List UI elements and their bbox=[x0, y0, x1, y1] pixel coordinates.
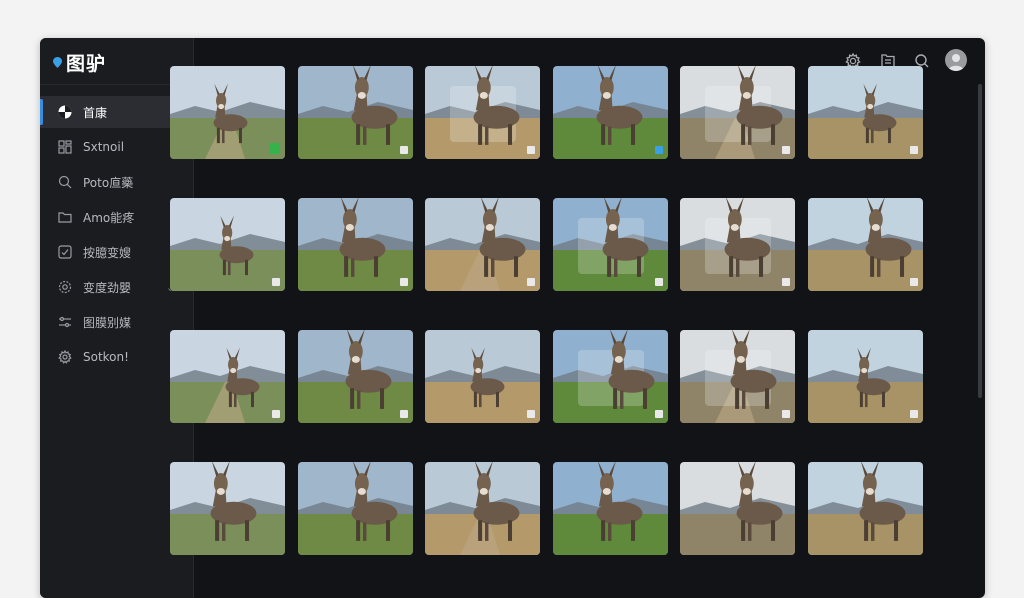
donkey-photo bbox=[680, 330, 795, 423]
image-thumbnail[interactable] bbox=[170, 66, 285, 159]
grid-icon bbox=[58, 140, 72, 154]
select-checkbox[interactable] bbox=[782, 146, 790, 154]
image-thumbnail[interactable] bbox=[297, 330, 413, 423]
select-checkbox[interactable] bbox=[909, 278, 918, 286]
donkey-photo bbox=[425, 198, 540, 291]
sidebar-item-6[interactable]: 变度劲嬰 ⌄ bbox=[40, 271, 183, 303]
sidebar-item-5[interactable]: 按臆变嫂 bbox=[40, 236, 183, 268]
scrollbar[interactable] bbox=[978, 84, 982, 398]
donkey-photo bbox=[297, 330, 413, 423]
select-checkbox[interactable] bbox=[909, 146, 918, 154]
sidebar-item-label: Sxtnoil bbox=[83, 140, 125, 154]
sidebar-item-label: 变度劲嬰 bbox=[83, 280, 132, 295]
select-checkbox[interactable] bbox=[527, 410, 535, 418]
donkey-photo bbox=[297, 198, 413, 291]
sidebar-item-4[interactable]: Amo能疼 › bbox=[40, 201, 183, 233]
donkey-photo bbox=[680, 66, 795, 159]
image-thumbnail[interactable] bbox=[297, 66, 413, 159]
image-thumbnail[interactable] bbox=[425, 462, 540, 555]
donkey-photo bbox=[552, 330, 668, 423]
donkey-photo bbox=[297, 66, 413, 159]
image-thumbnail[interactable] bbox=[297, 198, 413, 291]
image-thumbnail[interactable] bbox=[807, 462, 923, 555]
settings-icon bbox=[58, 350, 72, 364]
sidebar-item-label: 首康 bbox=[83, 105, 108, 120]
donkey-photo bbox=[425, 66, 540, 159]
donkey-photo bbox=[552, 198, 668, 291]
image-thumbnail[interactable] bbox=[552, 66, 668, 159]
select-checkbox[interactable] bbox=[654, 146, 663, 154]
app-title: 图驴 bbox=[66, 53, 107, 75]
image-thumbnail[interactable] bbox=[807, 330, 923, 423]
image-thumbnail[interactable] bbox=[297, 462, 413, 555]
app-logo[interactable]: 图驴 bbox=[53, 49, 106, 76]
image-thumbnail[interactable] bbox=[170, 330, 285, 423]
select-checkbox[interactable] bbox=[782, 410, 790, 418]
image-thumbnail[interactable] bbox=[170, 198, 285, 291]
user-avatar-icon bbox=[948, 54, 964, 71]
select-checkbox[interactable] bbox=[909, 410, 918, 418]
sliders-icon bbox=[59, 316, 71, 328]
image-thumbnail[interactable] bbox=[552, 198, 668, 291]
folder-icon bbox=[58, 212, 72, 223]
gallery bbox=[170, 66, 923, 555]
image-thumbnail[interactable] bbox=[680, 330, 795, 423]
image-thumbnail[interactable] bbox=[552, 330, 668, 423]
checkbox-icon bbox=[58, 245, 72, 259]
image-grid bbox=[170, 66, 923, 555]
image-thumbnail[interactable] bbox=[552, 462, 668, 555]
image-thumbnail[interactable] bbox=[807, 66, 923, 159]
donkey-photo bbox=[425, 462, 540, 555]
sidebar-item-label: Sotkon! bbox=[83, 350, 129, 364]
donkey-photo bbox=[680, 198, 795, 291]
image-thumbnail[interactable] bbox=[807, 198, 923, 291]
donkey-photo bbox=[552, 462, 668, 555]
select-checkbox[interactable] bbox=[399, 146, 408, 154]
select-checkbox[interactable] bbox=[654, 278, 663, 286]
avatar[interactable] bbox=[945, 49, 967, 71]
select-checkbox[interactable] bbox=[399, 278, 408, 286]
image-thumbnail[interactable] bbox=[425, 198, 540, 291]
image-thumbnail[interactable] bbox=[680, 462, 795, 555]
select-checkbox[interactable] bbox=[782, 278, 790, 286]
donkey-photo bbox=[807, 66, 923, 159]
donkey-photo bbox=[170, 66, 285, 159]
sidebar-item-2[interactable]: Sxtnoil bbox=[40, 131, 183, 163]
sidebar-item-home[interactable]: 首康 bbox=[40, 96, 183, 128]
donkey-photo bbox=[170, 198, 285, 291]
image-thumbnail[interactable] bbox=[425, 66, 540, 159]
donkey-photo bbox=[297, 462, 413, 555]
donkey-photo bbox=[807, 198, 923, 291]
sidebar-item-label: Poto㡺藥 bbox=[83, 175, 134, 190]
sidebar-item-label: Amo能疼 bbox=[83, 210, 135, 225]
select-checkbox[interactable] bbox=[399, 410, 408, 418]
image-thumbnail[interactable] bbox=[425, 330, 540, 423]
donkey-photo bbox=[807, 462, 923, 555]
sidebar-item-label: 图膜别媒 bbox=[83, 315, 132, 330]
select-checkbox[interactable] bbox=[654, 410, 663, 418]
sidebar-item-8[interactable]: Sotkon! bbox=[40, 341, 183, 373]
select-checkbox[interactable] bbox=[527, 278, 535, 286]
donkey-photo bbox=[807, 330, 923, 423]
donkey-photo bbox=[552, 66, 668, 159]
donkey-photo bbox=[680, 462, 795, 555]
select-checkbox[interactable] bbox=[527, 146, 535, 154]
donkey-photo bbox=[425, 330, 540, 423]
select-checkbox[interactable] bbox=[269, 143, 280, 154]
pinwheel-icon bbox=[58, 105, 72, 119]
sidebar-item-3[interactable]: Poto㡺藥 bbox=[40, 166, 183, 198]
search-person-icon bbox=[58, 175, 72, 189]
image-thumbnail[interactable] bbox=[170, 462, 285, 555]
sidebar-item-7[interactable]: 图膜别媒 bbox=[40, 306, 183, 338]
donkey-photo bbox=[170, 462, 285, 555]
select-checkbox[interactable] bbox=[272, 410, 280, 418]
gear-icon bbox=[58, 280, 72, 294]
select-checkbox[interactable] bbox=[272, 278, 280, 286]
sidebar-item-label: 按臆变嫂 bbox=[83, 245, 132, 260]
image-thumbnail[interactable] bbox=[680, 198, 795, 291]
logo-pin-icon bbox=[53, 57, 62, 68]
image-thumbnail[interactable] bbox=[680, 66, 795, 159]
donkey-photo bbox=[170, 330, 285, 423]
